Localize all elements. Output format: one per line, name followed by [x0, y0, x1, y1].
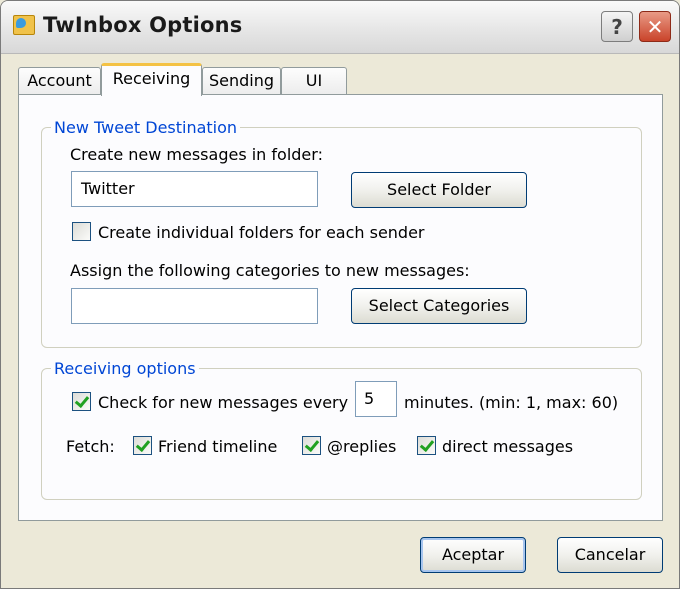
- friend-timeline-checkbox[interactable]: [133, 436, 152, 455]
- fetch-label: Fetch:: [66, 437, 115, 456]
- options-dialog: TwInbox Options ? ✕ Account Receiving Se…: [0, 0, 680, 589]
- tab-account[interactable]: Account: [18, 67, 101, 95]
- check-interval-checkbox[interactable]: [72, 392, 91, 411]
- check-interval-label[interactable]: Check for new messages every: [98, 393, 348, 412]
- close-button[interactable]: ✕: [639, 11, 671, 42]
- folder-prompt-label: Create new messages in folder:: [70, 145, 323, 164]
- individual-folders-label[interactable]: Create individual folders for each sende…: [98, 223, 425, 242]
- individual-folders-checkbox[interactable]: [72, 222, 91, 241]
- categories-prompt-label: Assign the following categories to new m…: [70, 261, 470, 280]
- title-bar[interactable]: TwInbox Options ? ✕: [1, 1, 679, 54]
- tab-sending[interactable]: Sending: [202, 67, 281, 95]
- replies-label[interactable]: @replies: [327, 437, 396, 456]
- select-categories-button[interactable]: Select Categories: [351, 288, 527, 324]
- direct-messages-label[interactable]: direct messages: [442, 437, 573, 456]
- direct-messages-checkbox[interactable]: [417, 436, 436, 455]
- friend-timeline-label[interactable]: Friend timeline: [158, 437, 277, 456]
- tab-receiving[interactable]: Receiving: [101, 63, 202, 96]
- replies-checkbox[interactable]: [302, 436, 321, 455]
- cancel-button[interactable]: Cancelar: [557, 537, 663, 573]
- folder-input[interactable]: Twitter: [71, 171, 318, 207]
- receiving-options-legend: Receiving options: [54, 359, 196, 378]
- window-title: TwInbox Options: [43, 13, 243, 37]
- tab-ui[interactable]: UI: [281, 67, 347, 95]
- interval-suffix-label: minutes. (min: 1, max: 60): [404, 393, 619, 412]
- receiving-tab-panel: New Tweet Destination Create new message…: [18, 94, 663, 521]
- interval-minutes-input[interactable]: 5: [355, 381, 397, 417]
- categories-input[interactable]: [71, 288, 318, 324]
- help-button[interactable]: ?: [601, 11, 633, 42]
- select-folder-button[interactable]: Select Folder: [351, 172, 527, 208]
- twinbox-app-icon: [13, 15, 35, 35]
- receiving-options-group: Receiving options: [41, 359, 642, 500]
- ok-button[interactable]: Aceptar: [420, 537, 526, 573]
- destination-legend: New Tweet Destination: [54, 118, 238, 137]
